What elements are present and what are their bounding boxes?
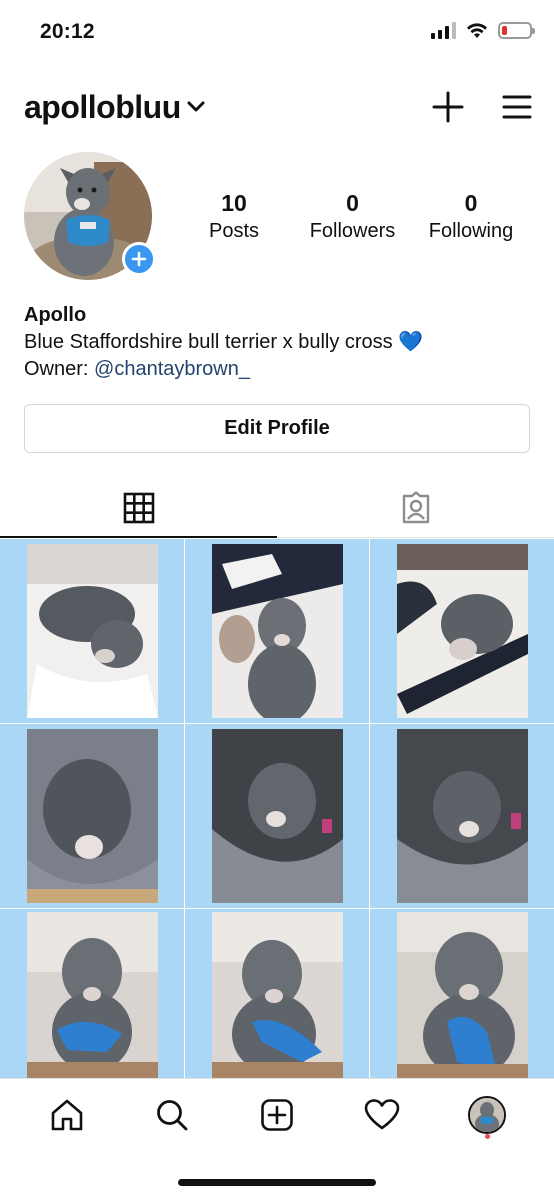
profile-name: Apollo [24, 304, 87, 326]
profile-avatar [468, 1095, 507, 1134]
stat-label: Posts [208, 220, 260, 242]
blue-heart-emoji: 💙 [398, 331, 424, 353]
status-icons [431, 22, 535, 39]
post-image [396, 544, 528, 718]
tab-grid[interactable] [0, 478, 277, 538]
status-bar: 20:12 [0, 0, 554, 66]
home-indicator[interactable] [178, 1179, 376, 1186]
post-image [26, 912, 158, 1079]
bottom-navigation [0, 1078, 554, 1150]
nav-activity[interactable] [352, 1085, 412, 1145]
search-icon [156, 1099, 188, 1130]
new-post-button[interactable] [432, 91, 464, 123]
profile-stats: 10 Posts 0 Followers 0 Following [175, 188, 530, 244]
status-time: 20:12 [40, 20, 95, 43]
post-thumbnail[interactable] [0, 539, 184, 723]
username: apollobluu [24, 88, 181, 125]
stat-label: Following [428, 220, 514, 242]
posts-grid [0, 539, 554, 1079]
post-image [396, 912, 528, 1079]
tagged-icon [402, 490, 429, 523]
post-thumbnail[interactable] [370, 724, 554, 908]
tab-tagged[interactable] [277, 478, 554, 537]
activity-heart-icon [364, 1098, 400, 1129]
stat-value: 0 [464, 190, 478, 216]
post-thumbnail[interactable] [185, 909, 369, 1079]
nav-new-post[interactable] [247, 1085, 307, 1145]
post-thumbnail[interactable] [185, 539, 369, 723]
plus-icon [432, 91, 464, 123]
post-image [396, 729, 528, 903]
add-story-button[interactable] [122, 242, 156, 276]
wifi-icon [467, 23, 487, 38]
new-post-icon [261, 1098, 293, 1131]
owner-handle-link[interactable]: @chantaybrown_ [94, 358, 250, 380]
profile-tabs [0, 478, 554, 538]
profile-header: apollobluu [24, 82, 532, 132]
stat-posts[interactable]: 10 Posts [175, 188, 293, 244]
post-image [211, 729, 343, 903]
profile-avatar-container[interactable] [24, 152, 156, 280]
menu-icon [502, 95, 532, 119]
post-image [211, 544, 343, 718]
profile-bio: Apollo Blue Staffordshire bull terrier x… [24, 302, 534, 383]
grid-icon [123, 492, 154, 523]
plus-icon [131, 251, 147, 267]
post-thumbnail[interactable] [370, 909, 554, 1079]
stat-value: 10 [221, 190, 247, 216]
menu-button[interactable] [502, 94, 532, 120]
post-thumbnail[interactable] [370, 539, 554, 723]
battery-icon [498, 22, 535, 39]
notification-dot [484, 1133, 490, 1139]
owner-prefix: Owner: [24, 358, 95, 380]
post-image [211, 912, 343, 1079]
post-image [26, 729, 158, 903]
post-thumbnail[interactable] [0, 909, 184, 1079]
home-icon [51, 1099, 82, 1130]
edit-profile-button[interactable]: Edit Profile [24, 404, 530, 453]
post-image [26, 544, 158, 718]
stat-following[interactable]: 0 Following [412, 188, 530, 244]
stat-followers[interactable]: 0 Followers [294, 188, 412, 244]
nav-profile[interactable] [457, 1085, 517, 1145]
stat-label: Followers [309, 220, 396, 242]
bio-owner: Owner: @chantaybrown_ [24, 356, 534, 383]
bio-line: Blue Staffordshire bull terrier x bully … [24, 331, 393, 353]
nav-search[interactable] [142, 1085, 202, 1145]
account-switcher[interactable]: apollobluu [24, 89, 205, 126]
post-thumbnail[interactable] [185, 724, 369, 908]
signal-icon [431, 22, 456, 39]
nav-home[interactable] [37, 1085, 97, 1145]
post-thumbnail[interactable] [0, 724, 184, 908]
chevron-down-icon [187, 101, 205, 112]
bio-text: Blue Staffordshire bull terrier x bully … [24, 329, 534, 356]
stat-value: 0 [346, 190, 359, 216]
